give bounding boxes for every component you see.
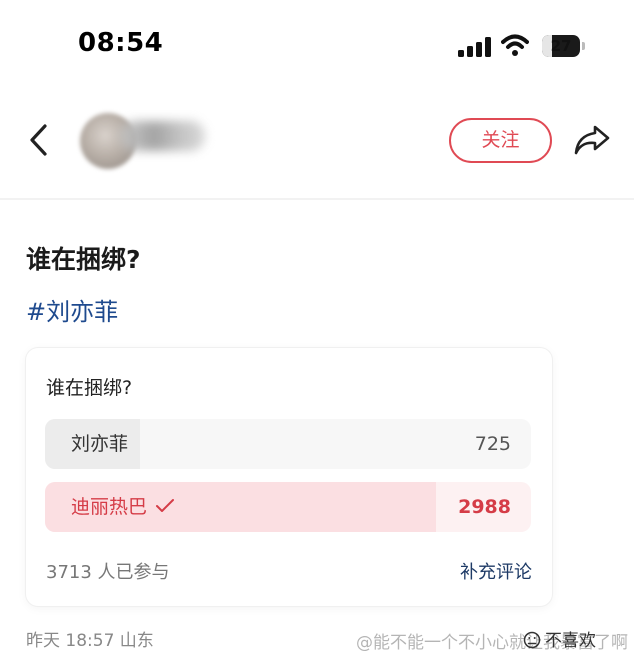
dislike-label: 不喜欢: [545, 631, 596, 651]
author-name-blurred[interactable]: [120, 121, 205, 151]
poll-option[interactable]: 刘亦菲 725: [45, 419, 531, 469]
share-icon[interactable]: [573, 123, 611, 157]
cellular-signal-icon: [458, 37, 491, 57]
battery-tip: [582, 42, 585, 50]
hashtag-link[interactable]: #刘亦菲: [26, 292, 118, 327]
poll-option-count: 2988: [458, 496, 511, 518]
dislike-button[interactable]: 不喜欢: [523, 626, 596, 651]
header-divider: [0, 198, 634, 200]
participant-count: 3713 人已参与: [46, 562, 170, 583]
sad-face-icon: [523, 631, 541, 648]
battery-percentage: 27: [550, 37, 572, 55]
post-title: 谁在捆绑?: [26, 245, 141, 274]
nav-bar: 关注: [0, 95, 634, 195]
back-arrow-icon[interactable]: [26, 123, 52, 157]
poll-option-count: 725: [474, 433, 511, 455]
status-time: 08:54: [78, 28, 164, 58]
status-bar: 08:54 27: [0, 0, 634, 95]
follow-button[interactable]: 关注: [449, 118, 552, 163]
poll-question: 谁在捆绑?: [46, 377, 133, 399]
battery-icon: 27: [542, 35, 580, 57]
poll-option-selected[interactable]: 迪丽热巴 2988: [45, 482, 531, 532]
checkmark-icon: [156, 498, 175, 512]
wifi-icon: [501, 34, 529, 56]
add-comment-button[interactable]: 补充评论: [460, 558, 532, 584]
poll-card: 谁在捆绑? 刘亦菲 725 迪丽热巴 2988 3713 人已参与 补充评论: [26, 348, 552, 606]
poll-option-label: 迪丽热巴: [71, 496, 148, 518]
post-timestamp-location: 昨天 18:57 山东: [26, 631, 154, 651]
poll-option-label: 刘亦菲: [71, 433, 129, 455]
poll-option-label-wrap: 迪丽热巴: [71, 482, 175, 532]
